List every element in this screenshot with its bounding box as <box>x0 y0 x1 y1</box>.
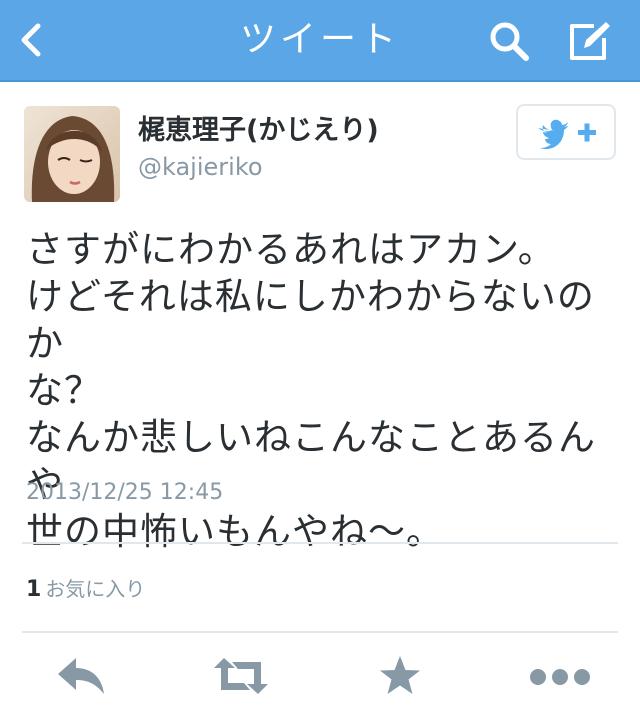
tweet-timestamp: 2013/12/25 12:45 <box>26 480 224 505</box>
nav-bar: ツイート <box>0 0 640 82</box>
page-title: ツイート <box>239 19 400 60</box>
compose-icon[interactable] <box>566 18 614 64</box>
display-name[interactable]: 梶恵理子(かじえり) <box>138 114 379 148</box>
follow-button[interactable] <box>516 104 616 160</box>
favorites-number: 1 <box>26 577 42 602</box>
follow-bird-plus-icon <box>538 119 596 150</box>
user-handle[interactable]: @kajieriko <box>138 152 263 182</box>
divider <box>22 542 618 544</box>
favorites-count[interactable]: 1 お気に入り <box>26 573 145 602</box>
star-icon[interactable] <box>378 654 422 702</box>
tweet-text: さすがにわかるあれはアカン。 けどそれは私にしかわからないのか な？ なんか悲し… <box>26 228 596 553</box>
more-icon[interactable] <box>528 666 592 692</box>
retweet-icon[interactable] <box>212 656 270 700</box>
divider <box>22 631 618 633</box>
search-icon[interactable] <box>488 20 530 62</box>
reply-icon[interactable] <box>56 656 106 700</box>
favorites-label: お気に入り <box>45 577 146 601</box>
avatar[interactable] <box>24 106 120 202</box>
